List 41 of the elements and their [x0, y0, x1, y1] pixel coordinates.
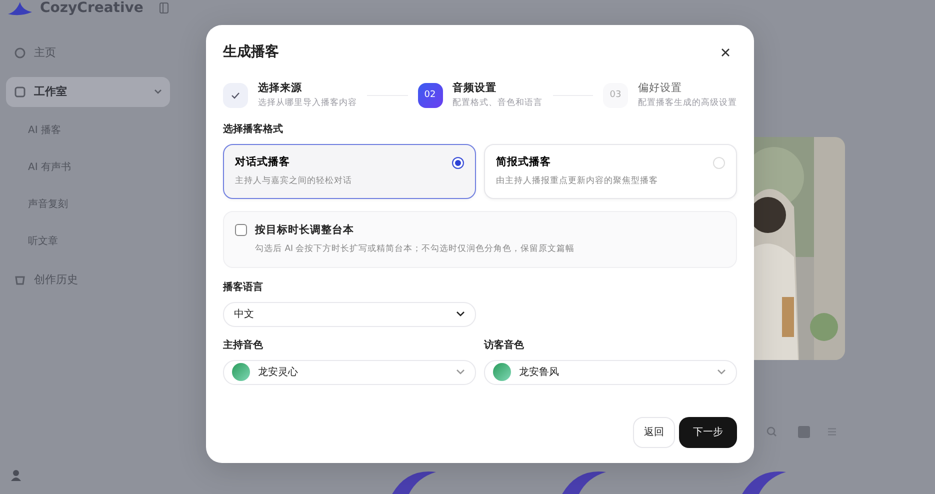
voice-select[interactable]: 龙安鲁风 [484, 360, 737, 384]
option-label: 按目标时长调整台本 [255, 223, 355, 238]
radio-button[interactable] [452, 156, 464, 168]
format-option-card[interactable]: 对话式播客 主持人与嘉宾之间的轻松对话 [223, 144, 476, 199]
search-icon[interactable] [766, 426, 778, 438]
step-title: 选择来源 [258, 81, 303, 96]
step-subtitle: 配置格式、音色和语言 [452, 96, 542, 110]
nav-icon [14, 274, 26, 286]
checkbox[interactable] [235, 224, 247, 236]
step-title: 音频设置 [452, 81, 498, 96]
nav-item[interactable]: 工作室 [6, 76, 170, 107]
field-label: 主持音色 [223, 338, 264, 352]
chevron-down-icon [456, 369, 465, 375]
grid-view-icon[interactable] [798, 426, 810, 438]
sidebar-toggle-icon[interactable] [159, 2, 170, 14]
back-button[interactable]: 返回 [633, 417, 675, 448]
dialog-title: 生成播客 [223, 42, 279, 62]
chevron-down-icon [456, 311, 465, 317]
step-subtitle: 选择从哪里导入播客内容 [258, 96, 357, 110]
voice-avatar-icon [232, 363, 250, 381]
field-label: 播客语言 [223, 280, 264, 294]
step-subtitle: 配置播客生成的高级设置 [638, 96, 737, 110]
logo-icon [6, 0, 32, 16]
logo-text: CozyCreative [40, 0, 144, 18]
nav-icon [14, 86, 26, 98]
field-label: 访客音色 [484, 338, 525, 352]
nav-icon [14, 47, 26, 60]
section-label: 选择播客格式 [223, 122, 284, 136]
close-button[interactable] [721, 48, 730, 57]
next-button[interactable]: 下一步 [679, 417, 737, 448]
chevron-down-icon [717, 369, 726, 375]
user-icon[interactable] [10, 469, 22, 481]
step-title: 偏好设置 [638, 81, 683, 96]
format-option-card[interactable]: 简报式播客 由主持人播报重点更新内容的聚焦型播客 [484, 144, 737, 199]
language-select[interactable]: 中文 [223, 302, 476, 326]
voice-select[interactable]: 龙安灵心 [223, 360, 476, 384]
voice-avatar-icon [493, 363, 511, 381]
step-indicator: 03 [603, 82, 628, 108]
check-icon [231, 92, 240, 99]
step-indicator: 02 [418, 82, 442, 108]
option-hint: 勾选后 AI 会按下方时长扩写或精简台本；不勾选时仅润色分角色，保留原文篇幅 [255, 242, 575, 256]
